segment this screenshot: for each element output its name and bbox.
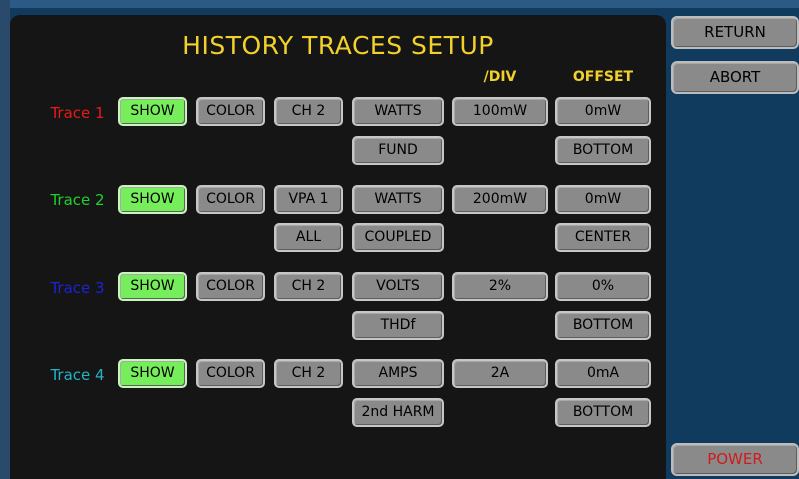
trace-2-per-div-button[interactable]: 200mW — [452, 185, 548, 214]
trace-3-color-button[interactable]: COLOR — [196, 272, 265, 301]
trace-1-source-button[interactable]: CH 2 — [274, 97, 343, 126]
trace-4-label: Trace 4 — [50, 366, 105, 384]
trace-4-color-button[interactable]: COLOR — [196, 359, 265, 388]
trace-1-per-div-button[interactable]: 100mW — [452, 97, 548, 126]
trace-1-offset-position-button[interactable]: BOTTOM — [555, 136, 651, 165]
trace-2-show-button[interactable]: SHOW — [118, 185, 187, 214]
main-panel: HISTORY TRACES SETUP /DIV OFFSET Trace 1… — [10, 15, 666, 479]
return-button[interactable]: RETURN — [671, 16, 799, 49]
trace-4-measure-button[interactable]: AMPS — [352, 359, 444, 388]
trace-3-show-button[interactable]: SHOW — [118, 272, 187, 301]
trace-4-measure-sub-button[interactable]: 2nd HARM — [352, 398, 444, 427]
abort-button[interactable]: ABORT — [671, 61, 799, 94]
offset-header: OFFSET — [572, 69, 634, 85]
trace-2-label: Trace 2 — [50, 191, 105, 209]
power-button[interactable]: POWER — [671, 443, 799, 476]
trace-2-source-sub-button[interactable]: ALL — [274, 223, 343, 252]
trace-3-per-div-button[interactable]: 2% — [452, 272, 548, 301]
trace-3-measure-sub-button[interactable]: THDf — [352, 311, 444, 340]
trace-2-color-button[interactable]: COLOR — [196, 185, 265, 214]
trace-2-offset-button[interactable]: 0mW — [555, 185, 651, 214]
trace-4-per-div-button[interactable]: 2A — [452, 359, 548, 388]
trace-1-color-button[interactable]: COLOR — [196, 97, 265, 126]
trace-4-offset-position-button[interactable]: BOTTOM — [555, 398, 651, 427]
trace-2-source-button[interactable]: VPA 1 — [274, 185, 343, 214]
trace-4-show-button[interactable]: SHOW — [118, 359, 187, 388]
trace-3-offset-button[interactable]: 0% — [555, 272, 651, 301]
trace-3-offset-position-button[interactable]: BOTTOM — [555, 311, 651, 340]
left-frame — [0, 0, 10, 479]
per-div-header: /DIV — [483, 69, 517, 85]
page-title: HISTORY TRACES SETUP — [182, 31, 494, 60]
trace-1-label: Trace 1 — [50, 104, 105, 122]
trace-1-show-button[interactable]: SHOW — [118, 97, 187, 126]
trace-2-measure-button[interactable]: WATTS — [352, 185, 444, 214]
trace-4-source-button[interactable]: CH 2 — [274, 359, 343, 388]
trace-2-measure-sub-button[interactable]: COUPLED — [352, 223, 444, 252]
trace-3-measure-button[interactable]: VOLTS — [352, 272, 444, 301]
trace-1-offset-button[interactable]: 0mW — [555, 97, 651, 126]
trace-1-measure-sub-button[interactable]: FUND — [352, 136, 444, 165]
trace-3-source-button[interactable]: CH 2 — [274, 272, 343, 301]
trace-4-offset-button[interactable]: 0mA — [555, 359, 651, 388]
top-frame — [0, 0, 799, 8]
trace-1-measure-button[interactable]: WATTS — [352, 97, 444, 126]
trace-3-label: Trace 3 — [50, 279, 105, 297]
trace-2-offset-position-button[interactable]: CENTER — [555, 223, 651, 252]
